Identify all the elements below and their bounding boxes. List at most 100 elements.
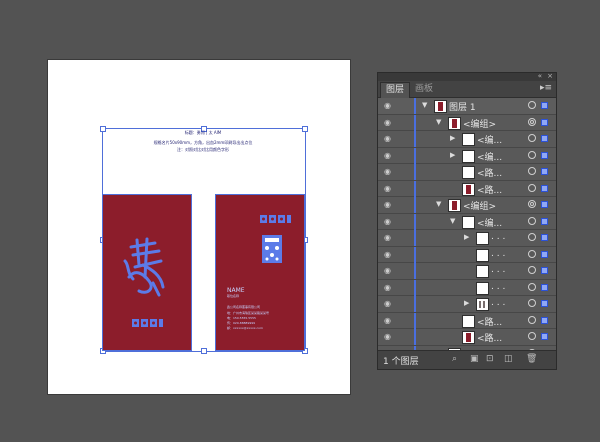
selection-indicator-icon[interactable] — [541, 118, 548, 126]
visibility-eye-icon[interactable]: ◉ — [384, 217, 394, 225]
layer-row[interactable]: ◉ ▼ <编组> — [378, 197, 556, 214]
selection-indicator-icon[interactable] — [541, 201, 548, 208]
target-circle-icon[interactable] — [528, 315, 536, 324]
layer-row[interactable]: ◉ <路... — [378, 329, 556, 346]
new-layer-icon[interactable]: ◫ — [504, 354, 513, 364]
panel-menu-icon[interactable]: ▸≡ — [540, 83, 552, 93]
target-circle-icon[interactable] — [528, 249, 536, 258]
layer-name[interactable]: <路... — [477, 331, 502, 344]
selection-indicator-icon[interactable] — [541, 168, 548, 175]
layer-row[interactable]: ◉ ▶ <编... — [378, 147, 556, 164]
panel-titlebar[interactable]: « × — [378, 72, 556, 81]
target-circle-icon[interactable] — [528, 233, 536, 241]
target-circle-icon[interactable] — [528, 101, 536, 109]
layer-name[interactable]: . . . — [491, 232, 505, 242]
selection-indicator-icon[interactable] — [541, 267, 548, 274]
layer-name[interactable]: <路... — [477, 166, 502, 179]
layer-name[interactable]: 图层 1 — [449, 100, 476, 113]
target-circle-icon[interactable] — [528, 332, 536, 340]
selection-indicator-icon[interactable] — [541, 300, 548, 307]
visibility-eye-icon[interactable]: ◉ — [384, 102, 394, 110]
visibility-eye-icon[interactable]: ◉ — [384, 118, 394, 126]
layer-row[interactable]: ◉ . . . — [378, 263, 556, 280]
layer-row[interactable]: ◉ <路... — [378, 180, 556, 197]
visibility-eye-icon[interactable]: ◉ — [384, 168, 394, 176]
layer-row[interactable]: ◉ ▶ . . . — [378, 230, 556, 247]
expanded-arrow-icon[interactable]: ▼ — [422, 101, 427, 109]
target-circle-icon[interactable] — [528, 150, 536, 159]
target-circle-icon[interactable] — [528, 216, 536, 225]
collapsed-arrow-icon[interactable]: ▶ — [450, 134, 455, 142]
visibility-eye-icon[interactable]: ◉ — [384, 184, 394, 192]
expanded-arrow-icon[interactable]: ▼ — [436, 118, 441, 126]
new-sublayer-icon[interactable]: ⊡ — [486, 354, 494, 364]
layer-name[interactable]: <编... — [477, 133, 502, 146]
visibility-eye-icon[interactable]: ◉ — [384, 234, 394, 242]
tab-artboards[interactable]: 画板 — [410, 82, 438, 97]
visibility-eye-icon[interactable]: ◉ — [384, 201, 394, 209]
target-circle-icon[interactable] — [528, 117, 536, 126]
expanded-arrow-icon[interactable]: ▼ — [436, 200, 441, 208]
target-circle-icon[interactable] — [528, 134, 536, 142]
visibility-eye-icon[interactable]: ◉ — [384, 283, 394, 291]
layer-name[interactable]: <路... — [477, 315, 502, 328]
layer-row[interactable]: ◉ . . . — [378, 279, 556, 296]
target-circle-icon[interactable] — [528, 167, 536, 175]
target-circle-icon[interactable] — [528, 183, 536, 192]
selection-indicator-icon[interactable] — [541, 333, 548, 340]
layer-name[interactable]: . . . — [491, 298, 505, 308]
selection-indicator-icon[interactable] — [541, 151, 548, 159]
target-circle-icon[interactable] — [528, 282, 536, 291]
expanded-arrow-icon[interactable]: ▼ — [450, 217, 455, 225]
collapse-icon[interactable]: « — [538, 72, 542, 80]
selection-indicator-icon[interactable] — [541, 316, 548, 324]
close-icon[interactable]: × — [547, 72, 553, 80]
layer-name[interactable]: . . . — [491, 265, 505, 275]
layer-row[interactable]: ◉ ▶ . . . — [378, 296, 556, 313]
tab-layers[interactable]: 图层 — [380, 82, 411, 98]
layer-row[interactable]: ◉ ▼ <编组> — [378, 114, 556, 131]
layer-row[interactable]: ◉ . . . — [378, 246, 556, 263]
visibility-eye-icon[interactable]: ◉ — [384, 316, 394, 324]
layer-row[interactable]: ◉ ▶ <编... — [378, 131, 556, 148]
selection-handle[interactable] — [201, 348, 207, 354]
layer-row[interactable]: ◉ ▼ 图层 1 — [378, 98, 556, 115]
selection-handle[interactable] — [302, 126, 308, 132]
clipping-mask-icon[interactable]: ▣ — [470, 354, 479, 364]
selection-handle[interactable] — [100, 126, 106, 132]
artboard[interactable]: 标题：勇闯 | 太 AIM 规格名片50x90mm，方角，出血2mm印刷导出出点… — [48, 60, 350, 394]
target-circle-icon[interactable] — [528, 200, 536, 208]
layer-name[interactable]: <编组> — [463, 117, 496, 130]
selection-indicator-icon[interactable] — [541, 102, 548, 109]
visibility-eye-icon[interactable]: ◉ — [384, 300, 394, 308]
selection-indicator-icon[interactable] — [541, 217, 548, 225]
visibility-eye-icon[interactable]: ◉ — [384, 333, 394, 341]
target-circle-icon[interactable] — [528, 299, 536, 307]
layer-name[interactable]: <编... — [477, 150, 502, 163]
selection-indicator-icon[interactable] — [541, 184, 548, 192]
target-circle-icon[interactable] — [528, 266, 536, 274]
selection-indicator-icon[interactable] — [541, 135, 548, 142]
visibility-eye-icon[interactable]: ◉ — [384, 267, 394, 275]
layer-name[interactable]: . . . — [491, 282, 505, 292]
selection-indicator-icon[interactable] — [541, 283, 548, 291]
layer-name[interactable]: <路... — [477, 183, 502, 196]
layer-name[interactable]: <编组> — [463, 199, 496, 212]
business-card-back[interactable]: NAME 职位名称 鑫公司名称董事有限公司 地：广州市海珠区某某路某某号 电：1… — [215, 194, 305, 351]
collapsed-arrow-icon[interactable]: ▶ — [464, 233, 469, 241]
selection-indicator-icon[interactable] — [541, 250, 548, 258]
layer-row[interactable]: ◉ ▼ <编... — [378, 213, 556, 230]
collapsed-arrow-icon[interactable]: ▶ — [464, 299, 469, 307]
layer-name[interactable]: <编... — [477, 216, 502, 229]
visibility-eye-icon[interactable]: ◉ — [384, 151, 394, 159]
delete-icon[interactable]: 🗑 — [526, 354, 537, 364]
layer-row[interactable]: ◉ <路... — [378, 164, 556, 181]
search-icon[interactable]: ⌕ — [452, 354, 457, 364]
layer-name[interactable]: . . . — [491, 249, 505, 259]
selection-indicator-icon[interactable] — [541, 234, 548, 241]
visibility-eye-icon[interactable]: ◉ — [384, 135, 394, 143]
business-card-front[interactable] — [102, 194, 192, 351]
layer-row[interactable]: ◉ <路... — [378, 312, 556, 329]
collapsed-arrow-icon[interactable]: ▶ — [450, 151, 455, 159]
visibility-eye-icon[interactable]: ◉ — [384, 250, 394, 258]
